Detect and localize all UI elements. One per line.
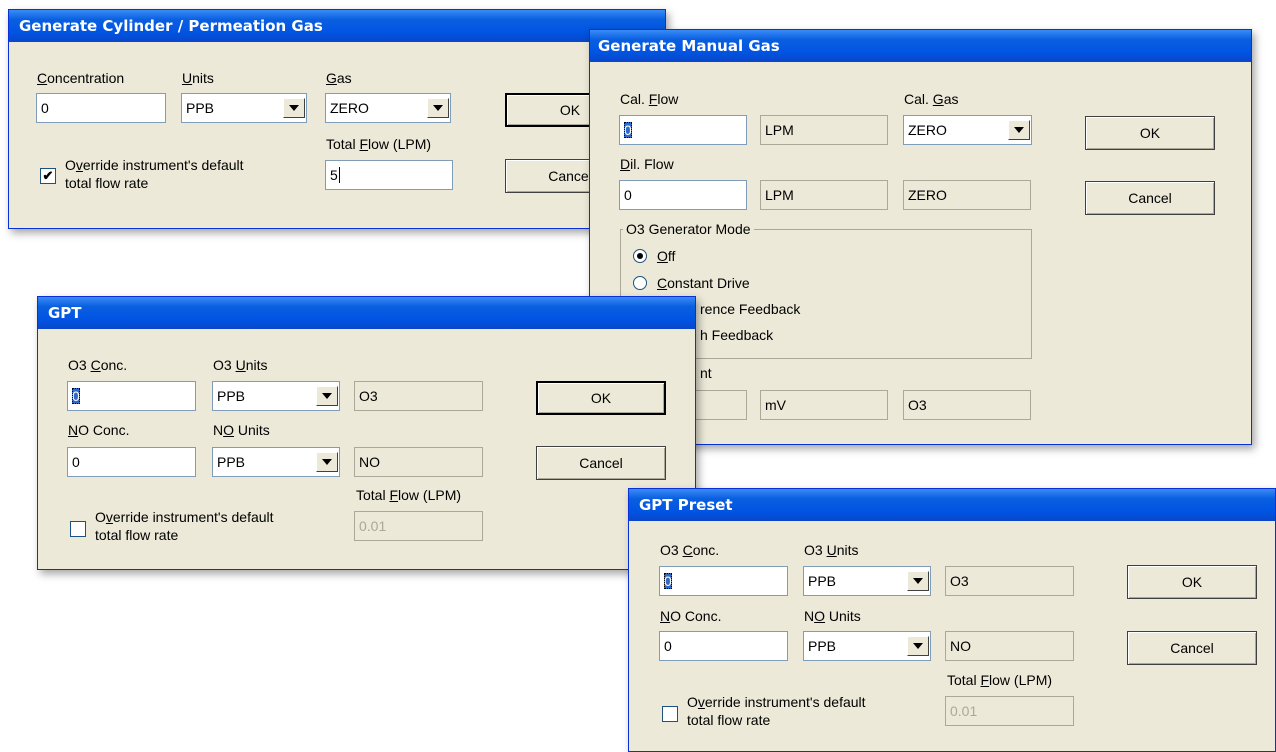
cancel-button[interactable]: Cancel	[1085, 181, 1215, 215]
setpoint-input[interactable]	[690, 390, 747, 420]
override-label: Override instrument's default	[687, 694, 866, 710]
override-checkbox[interactable]	[70, 521, 86, 537]
mode-bench-label: h Feedback	[700, 327, 774, 343]
total-flow-input[interactable]: 5	[325, 160, 453, 190]
cancel-button[interactable]: Cancel	[536, 446, 666, 480]
units-label: Units	[182, 70, 214, 86]
setpoint-gas: O3	[903, 390, 1031, 420]
cal-gas-label: Cal. Gas	[904, 91, 959, 107]
override-checkbox[interactable]: ✔	[40, 168, 56, 184]
mode-constant-radio[interactable]	[633, 276, 647, 290]
cylinder-dialog-title: Generate Cylinder / Permeation Gas	[9, 10, 665, 42]
setpoint-label: nt	[700, 365, 712, 381]
chevron-down-icon[interactable]	[316, 452, 338, 472]
o3-conc-input[interactable]: 0	[659, 566, 788, 596]
units-select[interactable]: PPB	[181, 93, 307, 123]
cal-flow-label: Cal. Flow	[620, 91, 679, 107]
chevron-down-icon[interactable]	[907, 571, 929, 591]
cal-flow-unit: LPM	[760, 115, 888, 145]
gas-label: Gas	[326, 70, 352, 86]
chevron-down-icon[interactable]	[907, 636, 929, 656]
concentration-label: Concentration	[37, 70, 125, 86]
override-label-line2: total flow rate	[95, 527, 179, 543]
chevron-down-icon[interactable]	[1008, 120, 1030, 140]
dil-flow-input[interactable]: 0	[619, 180, 747, 210]
ok-button[interactable]: OK	[536, 381, 666, 415]
mode-constant-label: Constant Drive	[657, 275, 750, 291]
cylinder-gas-dialog: Generate Cylinder / Permeation Gas Conce…	[8, 9, 666, 229]
override-label: Override instrument's default	[95, 509, 274, 525]
ok-button[interactable]: OK	[1085, 116, 1215, 150]
o3-units-label: O3 Units	[213, 357, 268, 373]
gpt-dialog: GPT O3 Conc. 0 O3 Units PPB O3 NO Conc. …	[37, 296, 696, 570]
gpt-preset-dialog: GPT Preset O3 Conc. 0 O3 Units PPB O3 NO…	[628, 488, 1276, 752]
dil-gas-value: ZERO	[903, 180, 1031, 210]
gpt-dialog-title: GPT	[38, 297, 695, 329]
chevron-down-icon[interactable]	[316, 386, 338, 406]
total-flow-label: Total Flow (LPM)	[947, 672, 1053, 688]
o3-gas-value: O3	[354, 381, 483, 411]
gas-select[interactable]: ZERO	[325, 93, 451, 123]
total-flow-label: Total Flow (LPM)	[326, 136, 432, 152]
mode-off-radio[interactable]	[633, 249, 647, 263]
no-gas-value: NO	[945, 631, 1074, 661]
no-units-label: NO Units	[213, 422, 270, 438]
override-label-line2: total flow rate	[65, 175, 149, 191]
no-gas-value: NO	[354, 447, 483, 477]
override-label: Override instrument's default	[65, 157, 244, 173]
no-conc-input[interactable]: 0	[67, 447, 196, 477]
chevron-down-icon[interactable]	[283, 98, 305, 118]
chevron-down-icon[interactable]	[427, 98, 449, 118]
no-conc-label: NO Conc.	[68, 422, 130, 438]
total-flow-input[interactable]: 0.01	[354, 511, 483, 541]
ok-button[interactable]: OK	[1127, 565, 1257, 599]
o3-gas-value: O3	[945, 566, 1074, 596]
no-units-select[interactable]: PPB	[803, 631, 931, 661]
override-checkbox[interactable]	[662, 706, 678, 722]
no-conc-input[interactable]: 0	[659, 631, 788, 661]
gpt-preset-dialog-title: GPT Preset	[629, 489, 1275, 521]
mode-reference-label: rence Feedback	[700, 301, 801, 317]
no-units-label: NO Units	[804, 608, 861, 624]
manual-dialog-title: Generate Manual Gas	[590, 30, 1251, 62]
no-units-select[interactable]: PPB	[212, 447, 340, 477]
o3-conc-label: O3 Conc.	[68, 357, 128, 373]
o3-generator-mode-title: O3 Generator Mode	[623, 220, 754, 238]
cancel-button[interactable]: Cancel	[1127, 631, 1257, 665]
cal-flow-input[interactable]: 0	[619, 115, 747, 145]
dil-flow-label: Dil. Flow	[620, 156, 674, 172]
dil-flow-unit: LPM	[760, 180, 888, 210]
no-conc-label: NO Conc.	[660, 608, 722, 624]
total-flow-input[interactable]: 0.01	[945, 696, 1074, 726]
o3-units-select[interactable]: PPB	[212, 381, 340, 411]
total-flow-label: Total Flow (LPM)	[356, 487, 462, 503]
cal-gas-select[interactable]: ZERO	[903, 115, 1032, 145]
o3-units-label: O3 Units	[804, 542, 859, 558]
mode-off-label: Off	[657, 248, 676, 264]
override-label-line2: total flow rate	[687, 712, 771, 728]
o3-conc-label: O3 Conc.	[660, 542, 720, 558]
o3-units-select[interactable]: PPB	[803, 566, 931, 596]
o3-conc-input[interactable]: 0	[67, 381, 196, 411]
concentration-input[interactable]: 0	[36, 93, 166, 123]
setpoint-unit: mV	[760, 390, 888, 420]
